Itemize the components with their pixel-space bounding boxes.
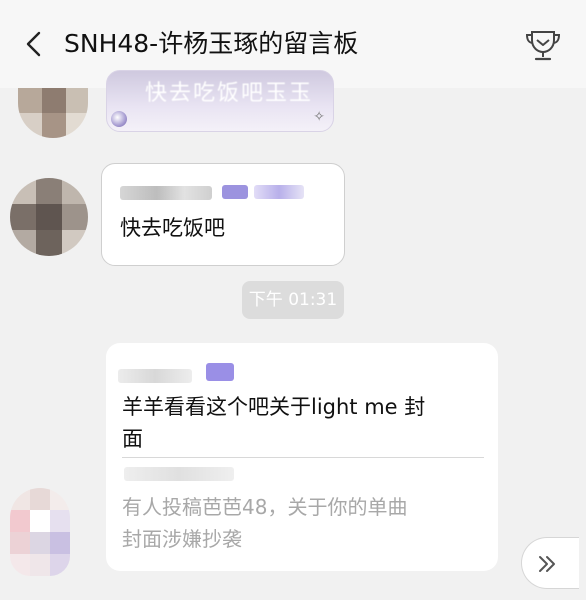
timestamp: 下午 01:31 bbox=[242, 281, 344, 319]
page-title: SNH48-许杨玉琢的留言板 bbox=[64, 29, 359, 58]
avatar[interactable] bbox=[10, 178, 88, 256]
blurred-badge bbox=[222, 185, 248, 199]
blurred-badge bbox=[254, 185, 304, 199]
cut-off-text: 快去吃饭吧玉玉 bbox=[145, 81, 314, 106]
blurred-nickname bbox=[118, 369, 192, 383]
message-bubble[interactable]: 快去吃饭吧 bbox=[101, 163, 345, 266]
message-text-line: 面 bbox=[122, 427, 143, 451]
blurred-badge bbox=[206, 363, 234, 381]
scroll-to-latest-button[interactable] bbox=[521, 537, 579, 589]
sparkle-icon: ✧ bbox=[313, 109, 325, 125]
reply-message-bubble[interactable]: 羊羊看看这个吧关于light me 封 面 有人投稿芭芭48，关于你的单曲 封面… bbox=[106, 343, 498, 571]
double-chevron-right-icon bbox=[539, 556, 555, 572]
decoration-orb-icon bbox=[111, 111, 127, 127]
avatar[interactable] bbox=[18, 88, 88, 138]
quoted-text-line: 有人投稿芭芭48，关于你的单曲 bbox=[122, 495, 408, 519]
message-text-line: 羊羊看看这个吧关于light me 封 bbox=[122, 395, 426, 419]
image-message-bubble[interactable]: 快去吃饭吧玉玉 ✧ bbox=[106, 70, 334, 132]
quote-divider bbox=[122, 457, 484, 458]
avatar[interactable] bbox=[10, 488, 70, 576]
blurred-nickname bbox=[120, 186, 212, 200]
quoted-text-line: 封面涉嫌抄袭 bbox=[122, 527, 242, 551]
message-text: 快去吃饭吧 bbox=[120, 216, 225, 240]
blurred-quote-author bbox=[124, 467, 234, 481]
trophy-icon[interactable] bbox=[524, 28, 562, 62]
chevron-left-icon[interactable] bbox=[22, 30, 46, 58]
